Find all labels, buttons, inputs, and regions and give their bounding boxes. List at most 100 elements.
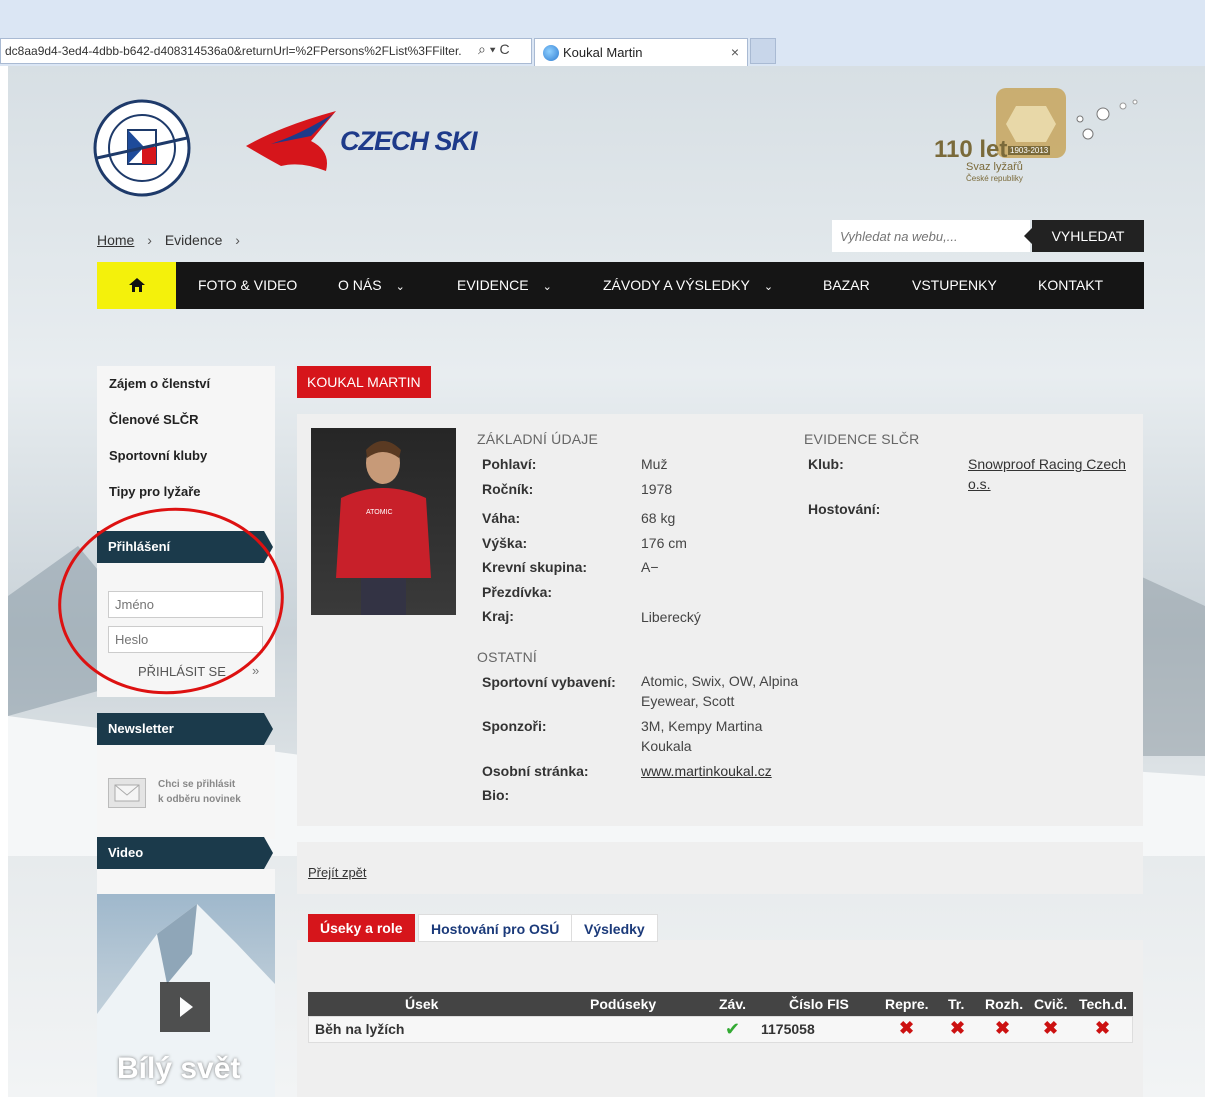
new-tab-button[interactable] (750, 38, 776, 64)
person-photo: ATOMIC (311, 428, 456, 615)
main-nav: FOTO & VIDEO O NÁS ⌄ EVIDENCE ⌄ ZÁVODY A V… (97, 262, 1144, 309)
column-header[interactable]: Tr. (948, 992, 964, 1016)
svaz-lyzaru-logo (93, 99, 191, 197)
video-title: Bílý svět (117, 1052, 241, 1085)
breadcrumb-separator: › (147, 232, 152, 248)
newsletter-text-line1: Chci se přihlásit (158, 779, 236, 790)
sponsors-line2: Koukala (641, 738, 692, 754)
column-header[interactable]: Cvič. (1034, 992, 1067, 1016)
nav-label: FOTO & VIDEO (198, 277, 298, 293)
column-header[interactable]: Číslo FIS (789, 992, 849, 1016)
search-button[interactable]: VYHLEDAT (1024, 220, 1144, 252)
nav-zavody[interactable]: ZÁVODY A VÝSLEDKY ⌄ (603, 262, 773, 309)
page-title: KOUKAL MARTIN (297, 366, 431, 398)
guest-label: Hostování: (808, 501, 881, 517)
newsletter-heading: Newsletter (97, 713, 273, 745)
cross-icon: ✖ (995, 1018, 1011, 1038)
tab-hostovani[interactable]: Hostování pro OSÚ (418, 914, 573, 942)
search-input[interactable] (832, 220, 1030, 252)
nav-o-nas[interactable]: O NÁS ⌄ (338, 262, 405, 309)
video-heading: Video (97, 837, 273, 869)
tab-useky-a-role[interactable]: Úseky a role (308, 914, 415, 942)
column-header[interactable]: Záv. (719, 992, 746, 1016)
club-link-line1: Snowproof Racing Czech (968, 456, 1126, 472)
cross-icon: ✖ (950, 1018, 966, 1038)
table-row[interactable]: Běh na lyžích ✔ 1175058 ✖ ✖ ✖ ✖ ✖ (308, 1016, 1133, 1043)
club-link-line2: o.s. (968, 476, 991, 492)
brand-name: CZECH SKI (340, 126, 478, 156)
anniversary-years: 1903-2013 (1008, 146, 1051, 155)
equipment-label: Sportovní vybavení: (482, 674, 616, 690)
sponsors-line1: 3M, Kempy Martina (641, 718, 763, 734)
nav-label: VSTUPENKY (912, 277, 997, 293)
other-heading: OSTATNÍ (477, 649, 537, 665)
nav-home[interactable] (97, 262, 176, 309)
page-background: CZECH SKI 110 let Svaz lyžařů České repu… (8, 66, 1205, 1097)
weight-value: 68 kg (641, 510, 676, 526)
nav-bazar[interactable]: BAZAR (823, 262, 870, 309)
chevron-down-icon: ⌄ (542, 281, 552, 293)
sidebar-item-zajem[interactable]: Zájem o členství (97, 366, 275, 402)
gender-value: Muž (641, 456, 668, 472)
envelope-glyph (114, 784, 140, 802)
ie-favicon-icon (543, 45, 559, 61)
video-panel (97, 869, 275, 895)
column-header[interactable]: Podúseky (590, 992, 656, 1016)
sponsors-value: 3M, Kempy Martina Koukala (641, 716, 762, 756)
column-header[interactable]: Rozh. (985, 992, 1023, 1016)
web-label: Osobní stránka: (482, 763, 589, 779)
cross-icon: ✖ (1043, 1018, 1059, 1038)
weight-label: Váha: (482, 510, 521, 526)
evidence-heading: EVIDENCE SLČR (804, 431, 920, 447)
close-icon[interactable]: × (731, 44, 739, 60)
tab-vysledky[interactable]: Výsledky (571, 914, 658, 942)
sidebar-item-clenove[interactable]: Členové SLČR (97, 402, 275, 438)
video-thumbnail[interactable]: Bílý svět (97, 894, 275, 1097)
bio-label: Bio: (482, 787, 510, 803)
nav-label: O NÁS (338, 277, 382, 293)
column-header[interactable]: Tech.d. (1079, 992, 1127, 1016)
anniversary-subtitle: Svaz lyžařů České republiky (966, 162, 1023, 184)
table-header: Úsek Podúseky Záv. Číslo FIS Repre. Tr. … (308, 992, 1133, 1016)
nav-foto-video[interactable]: FOTO & VIDEO (198, 262, 297, 309)
cross-icon: ✖ (1095, 1018, 1111, 1038)
nav-vstupenky[interactable]: VSTUPENKY (912, 262, 997, 309)
play-icon[interactable] (160, 982, 210, 1032)
nav-evidence[interactable]: EVIDENCE ⌄ (457, 262, 552, 309)
cell-usek: Běh na lyžích (315, 1021, 405, 1037)
chevron-down-icon: ⌄ (763, 281, 774, 293)
anniversary-sub-line2: České republiky (966, 174, 1023, 183)
sidebar-item-tipy[interactable]: Tipy pro lyžaře (97, 474, 275, 510)
anniversary-sub-line1: Svaz lyžařů (966, 161, 1023, 173)
column-header[interactable]: Repre. (885, 992, 929, 1016)
basic-data-heading: ZÁKLADNÍ ÚDAJE (477, 431, 599, 447)
browser-tab[interactable]: Koukal Martin × (534, 38, 748, 66)
blood-value: A− (641, 559, 659, 575)
home-icon (129, 278, 145, 292)
address-bar-icons[interactable]: ⌕ ▾ C (478, 41, 510, 58)
personal-web-link[interactable]: www.martinkoukal.cz (641, 761, 772, 781)
breadcrumb: Home › Evidence › (97, 232, 249, 248)
back-link[interactable]: Přejít zpět (308, 865, 367, 880)
year-value: 1978 (641, 481, 673, 497)
cell-fis: 1175058 (761, 1021, 815, 1037)
nav-kontakt[interactable]: KONTAKT (1038, 262, 1103, 309)
blood-label: Krevní skupina: (482, 559, 588, 575)
newsletter-text-line2: k odběru novinek (158, 794, 241, 805)
breadcrumb-separator: › (235, 232, 240, 248)
equipment-line2: Eyewear, Scott (641, 693, 735, 709)
column-header[interactable]: Úsek (405, 992, 438, 1016)
sidebar: Zájem o členství Členové SLČR Sportovní … (97, 366, 275, 510)
address-bar[interactable]: dc8aa9d4-3ed4-4dbb-b642-d408314536a0&ret… (0, 38, 532, 64)
cross-icon: ✖ (899, 1018, 915, 1038)
envelope-icon[interactable] (108, 778, 146, 808)
sidebar-item-kluby[interactable]: Sportovní kluby (97, 438, 275, 474)
newsletter-subscribe-link[interactable]: Chci se přihlásit k odběru novinek (158, 777, 241, 807)
breadcrumb-evidence[interactable]: Evidence (165, 232, 223, 248)
double-arrow-icon[interactable]: » (252, 663, 259, 678)
nav-label: EVIDENCE (457, 277, 529, 293)
nav-label: BAZAR (823, 277, 870, 293)
athlete-photo-image: ATOMIC (336, 441, 431, 615)
breadcrumb-home[interactable]: Home (97, 232, 134, 248)
club-link[interactable]: Snowproof Racing Czech o.s. (968, 454, 1126, 494)
